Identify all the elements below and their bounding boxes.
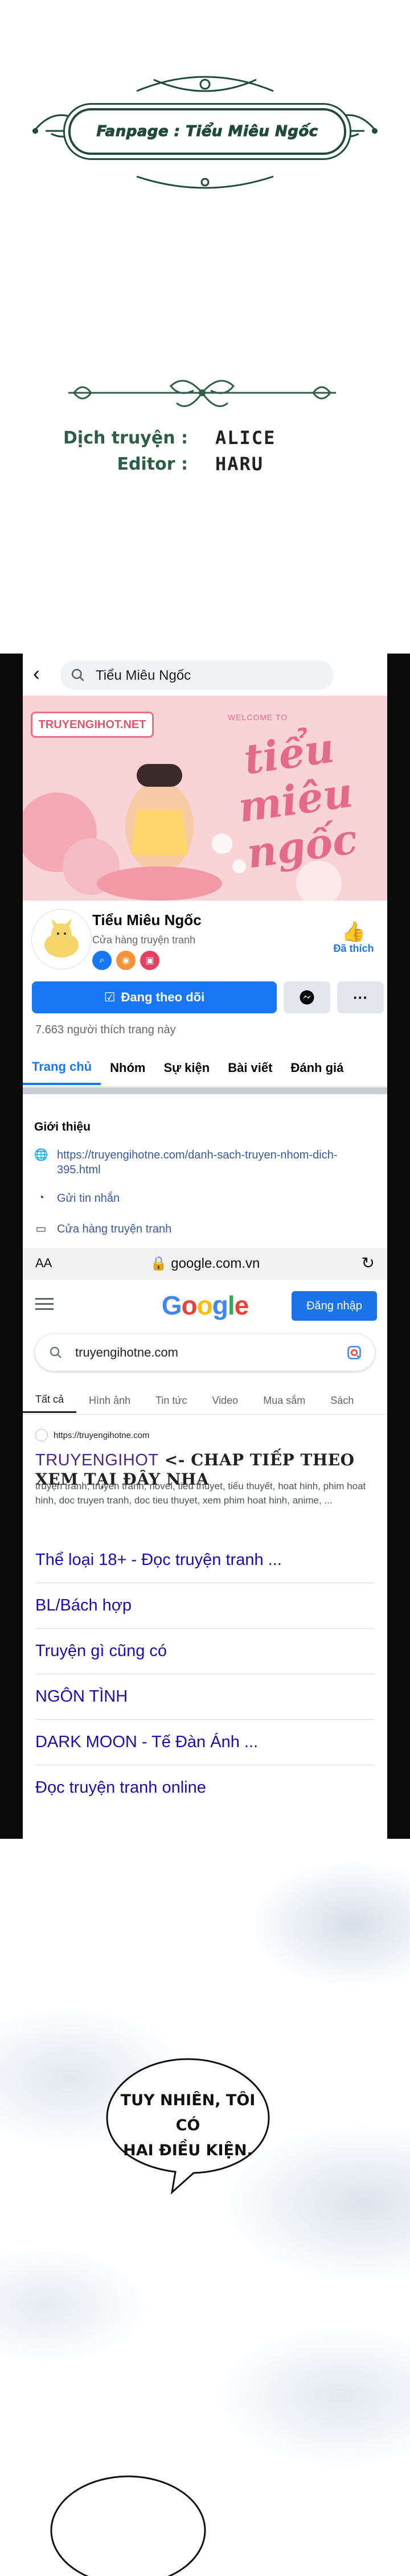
browser-url-bar[interactable]: AA 🔒 google.com.vn ↻ — [23, 1248, 387, 1280]
search-text: Tiểu Miêu Ngốc — [96, 668, 191, 683]
tab-events[interactable]: Sự kiện — [154, 1051, 219, 1085]
result-snippet: truyện tranh, truyen tranh, novel, tieu … — [35, 1481, 366, 1506]
tab-home[interactable]: Trang chủ — [23, 1051, 101, 1085]
liked-button[interactable]: 👍 Đã thích — [328, 921, 379, 955]
more-options-button[interactable]: ··· — [337, 981, 384, 1013]
tab-books[interactable]: Sách — [318, 1388, 366, 1413]
tab-reviews[interactable]: Đánh giá — [281, 1051, 352, 1085]
result-title-site: TRUYENGIHOT — [35, 1451, 159, 1469]
profile-picture[interactable] — [32, 910, 91, 969]
speech-line-1: TUY NHIÊN, TÔI CÓ — [120, 2092, 256, 2134]
sitelink-item[interactable]: DARK MOON - Tế Đàn Ánh ... — [35, 1719, 375, 1765]
send-message-link[interactable]: Gửi tin nhắn — [57, 1191, 364, 1206]
page-category: Cửa hàng truyện tranh — [92, 934, 196, 946]
likes-count: 7.663 người thích trang này — [35, 1024, 176, 1036]
editor-label: Editor : — [117, 454, 188, 474]
search-icon — [50, 1346, 62, 1358]
translator-name: ALICE — [215, 427, 276, 449]
cover-title: tiểu miêu ngốc — [235, 723, 360, 878]
messenger-small-icon: ◔ — [37, 1191, 45, 1204]
thumbs-up-icon: 👍 — [341, 921, 366, 943]
tab-groups[interactable]: Nhóm — [101, 1051, 154, 1085]
url-text: google.com.vn — [171, 1256, 260, 1271]
tab-videos[interactable]: Video — [199, 1388, 251, 1413]
reload-icon[interactable]: ↻ — [362, 1254, 375, 1272]
browser-url[interactable]: 🔒 google.com.vn — [23, 1255, 387, 1272]
sitelink-item[interactable]: Thể loại 18+ - Đọc truyện tranh ... — [35, 1537, 375, 1583]
flourish-divider — [68, 380, 336, 407]
google-result-tabs: Tất cả Hình ảnh Tin tức Video Mua sắm Sá… — [23, 1388, 387, 1415]
sitelink-item[interactable]: NGÔN TÌNH — [35, 1674, 375, 1720]
messenger-button[interactable] — [284, 981, 330, 1013]
intro-website-row[interactable]: 🌐 https://truyengihotne.com/danh-sach-tr… — [34, 1148, 364, 1177]
intro-message-row[interactable]: ◔ Gửi tin nhắn — [34, 1191, 364, 1206]
facebook-search-bar[interactable]: Tiểu Miêu Ngốc — [60, 660, 334, 690]
sitelink-item[interactable]: Đọc truyện tranh online — [35, 1765, 375, 1810]
liked-label: Đã thích — [333, 943, 374, 954]
profile-cat-icon — [44, 919, 79, 958]
messenger-icon — [300, 990, 314, 1005]
fanpage-label: Fanpage : Tiểu Miêu Ngốc — [96, 123, 318, 141]
intro-shop-row[interactable]: ▭ Cửa hàng truyện tranh — [34, 1222, 364, 1236]
translator-label: Dịch truyện : — [63, 428, 188, 448]
shop-icon: ▭ — [35, 1222, 47, 1235]
back-arrow-icon[interactable]: ‹ — [33, 663, 52, 684]
shop-link[interactable]: Cửa hàng truyện tranh — [57, 1222, 364, 1236]
speech-line-2: HAI ĐIỀU KIỆN. — [123, 2142, 253, 2159]
page-tabs: Trang chủ Nhóm Sự kiện Bài viết Đánh giá — [23, 1051, 387, 1087]
badge-row: ⌕ ◉ ▣ — [92, 951, 159, 970]
section-divider — [23, 1087, 387, 1094]
instagram-badge-icon[interactable]: ▣ — [140, 951, 159, 970]
result-url-row[interactable]: https://truyengihotne.com — [35, 1429, 149, 1441]
tab-shopping[interactable]: Mua sắm — [251, 1388, 318, 1413]
google-lens-icon[interactable] — [346, 1345, 362, 1361]
tab-images[interactable]: Hình ảnh — [76, 1388, 143, 1413]
site-favicon-icon — [35, 1429, 48, 1441]
cover-logo: TRUYENGIHOT.NET — [31, 712, 154, 738]
google-login-button[interactable]: Đăng nhập — [292, 1291, 377, 1321]
result-url: https://truyengihotne.com — [54, 1430, 150, 1440]
intro-link[interactable]: https://truyengihotne.com/danh-sach-truy… — [57, 1148, 364, 1177]
screenshot-right-edge — [387, 654, 410, 1839]
cover-photo: TRUYENGIHOT.NET WELCOME TO tiểu miêu ngố… — [23, 696, 387, 901]
google-query: truyengihotne.com — [75, 1345, 178, 1359]
speech-text: TUY NHIÊN, TÔI CÓ HAI ĐIỀU KIỆN. — [108, 2088, 268, 2163]
speech-bubble-partial — [50, 2475, 206, 2576]
cover-welcome: WELCOME TO — [228, 713, 288, 722]
globe-icon: 🌐 — [34, 1148, 48, 1161]
search-badge-icon[interactable]: ⌕ — [92, 951, 112, 970]
hamburger-menu-icon[interactable] — [35, 1298, 54, 1310]
tab-all[interactable]: Tất cả — [23, 1388, 77, 1413]
tab-news[interactable]: Tin tức — [143, 1388, 199, 1413]
google-search-input[interactable]: truyengihotne.com — [35, 1334, 375, 1371]
page-name[interactable]: Tiểu Miêu Ngốc — [92, 911, 202, 929]
google-logo[interactable]: Google — [142, 1290, 268, 1321]
following-check-icon: ☑ — [104, 990, 116, 1004]
shop-badge-icon[interactable]: ◉ — [116, 951, 136, 970]
phone-screenshot: ‹ Tiểu Miêu Ngốc TRUYENGIHOT.NET WELCOME… — [23, 654, 387, 1839]
tab-posts[interactable]: Bài viết — [219, 1051, 281, 1085]
sitelink-item[interactable]: Truyện gì cũng có — [35, 1628, 375, 1674]
following-button[interactable]: ☑ Đang theo dõi — [32, 981, 277, 1013]
intro-title: Giới thiệu — [34, 1120, 91, 1133]
search-icon — [71, 668, 84, 681]
sitelink-item[interactable]: BL/Bách hợp — [35, 1583, 375, 1629]
editor-name: HARU — [215, 453, 264, 475]
screenshot-left-edge — [0, 654, 23, 1839]
following-label: Đang theo dõi — [121, 990, 205, 1004]
